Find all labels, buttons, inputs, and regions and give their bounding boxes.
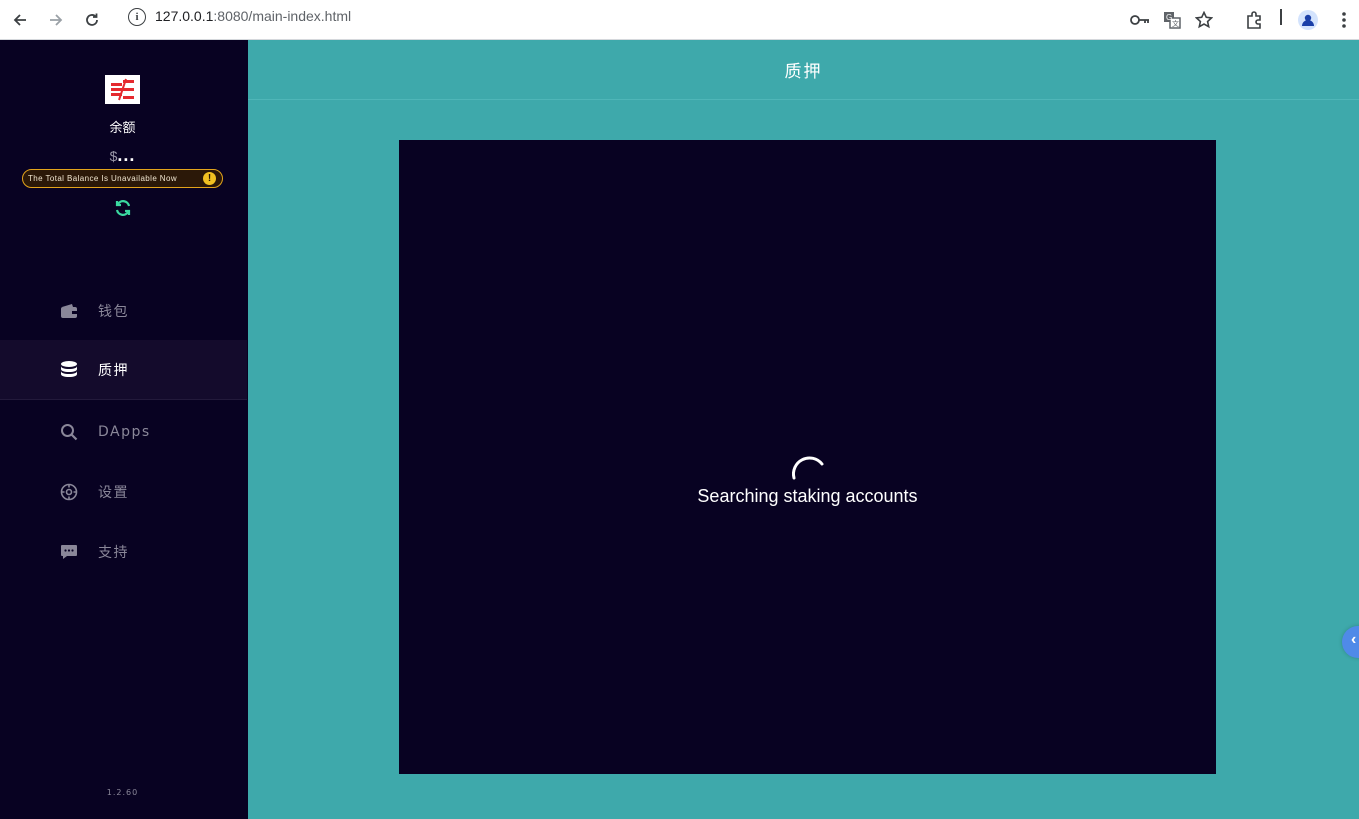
reload-icon[interactable]: [78, 6, 106, 34]
settings-gear-icon: [59, 482, 79, 502]
sidebar-item-settings[interactable]: 设置: [0, 462, 247, 522]
loading-text: Searching staking accounts: [697, 486, 918, 506]
chat-bubble-icon: [59, 542, 79, 562]
balance-amount: ...: [117, 145, 136, 165]
side-panel-toggle[interactable]: ‹: [1342, 626, 1359, 658]
browser-toolbar: i 127.0.0.1:8080/main-index.html G文: [0, 0, 1359, 40]
main-header: 质押: [248, 40, 1359, 100]
balance-value: $...: [0, 145, 245, 166]
sidebar-item-label: DApps: [98, 424, 151, 440]
balance-warning-badge: The Total Balance Is Unavailable Now !: [22, 169, 223, 188]
search-icon: [59, 422, 79, 442]
url-text[interactable]: 127.0.0.1:8080/main-index.html: [155, 8, 351, 24]
menu-kebab-icon[interactable]: [1330, 6, 1358, 34]
site-info-icon[interactable]: i: [128, 8, 146, 26]
loading-spinner-icon: [786, 444, 826, 484]
extensions-icon[interactable]: [1240, 6, 1268, 34]
svg-text:文: 文: [1172, 19, 1179, 28]
sidebar-item-support[interactable]: 支持: [0, 522, 247, 582]
password-key-icon[interactable]: [1126, 6, 1154, 34]
forward-icon[interactable]: [42, 6, 70, 34]
sidebar-item-label: 钱包: [98, 304, 129, 320]
address-bar[interactable]: i 127.0.0.1:8080/main-index.html: [118, 3, 1228, 31]
balance-warning-text: The Total Balance Is Unavailable Now: [28, 174, 177, 183]
back-icon[interactable]: [6, 6, 34, 34]
sidebar: 余额 $... The Total Balance Is Unavailable…: [0, 40, 248, 819]
database-stack-icon: [59, 360, 79, 380]
translate-icon[interactable]: G文: [1158, 6, 1186, 34]
sidebar-item-label: 支持: [98, 545, 129, 561]
app-logo: [105, 75, 140, 104]
sidebar-item-dapps[interactable]: DApps: [0, 402, 247, 462]
wallet-icon: [59, 301, 79, 321]
sidebar-item-staking[interactable]: 质押: [0, 340, 247, 400]
sidebar-item-label: 质押: [98, 362, 129, 379]
refresh-icon[interactable]: [113, 198, 133, 218]
staking-panel: Searching staking accounts: [399, 140, 1216, 774]
chevron-left-icon: ‹: [1351, 631, 1357, 648]
bookmark-star-icon[interactable]: [1190, 6, 1218, 34]
balance-label: 余额: [109, 121, 136, 136]
sidebar-item-label: 设置: [98, 485, 129, 501]
warning-exclamation-icon: !: [203, 172, 216, 185]
profile-icon[interactable]: [1294, 6, 1322, 34]
toolbar-divider: [1280, 9, 1282, 25]
page-title: 质押: [784, 62, 823, 82]
sidebar-item-wallet[interactable]: 钱包: [0, 281, 247, 341]
app-version: 1.2.60: [106, 788, 139, 797]
